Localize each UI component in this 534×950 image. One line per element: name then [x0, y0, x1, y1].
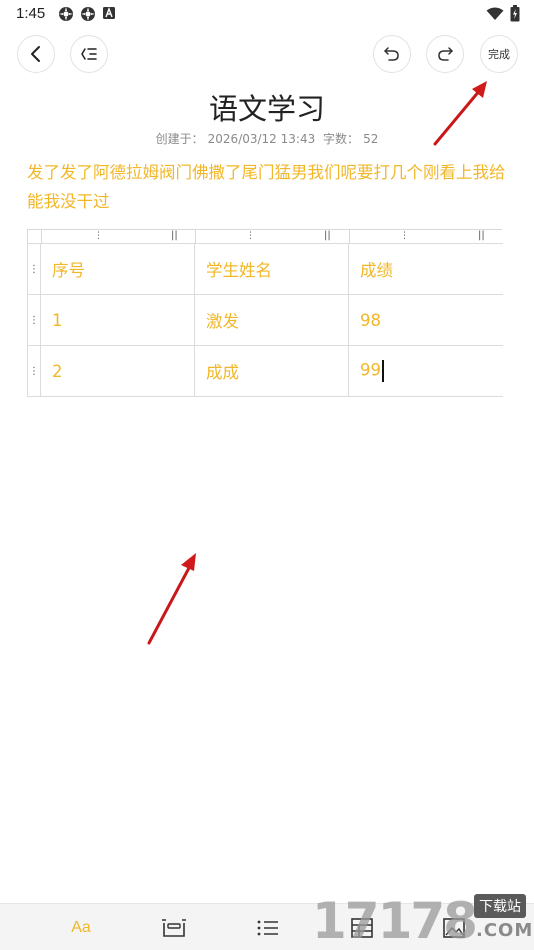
- outline-list-icon: [81, 48, 97, 60]
- table-grid: ⋮ 序号 学生姓名 成绩 ⋮ 1 激发 98 ⋮ 2 成成 99: [27, 243, 503, 397]
- column-resize-icon: ||: [171, 230, 178, 241]
- cell-text: 99: [360, 360, 381, 380]
- undo-button[interactable]: [373, 35, 411, 73]
- settings-gear-icon: [59, 7, 73, 21]
- note-table[interactable]: ⋮ || ⋮ || ⋮ || ⋮ 序号 学生姓名 成绩 ⋮ 1 激发 98 ⋮ …: [27, 229, 503, 397]
- battery-charging-icon: [510, 5, 520, 22]
- card-button[interactable]: [160, 915, 188, 941]
- table-row: ⋮ 序号 学生姓名 成绩: [27, 243, 503, 295]
- watermark-logo: 17178 下载站 .COM: [310, 888, 534, 950]
- column-handle[interactable]: ⋮ ||: [195, 230, 349, 244]
- column-handles: ⋮ || ⋮ || ⋮ ||: [27, 229, 503, 244]
- word-count-label: 字数：: [323, 132, 360, 146]
- card-icon: [162, 919, 186, 937]
- word-count-value: 52: [363, 132, 379, 146]
- chevron-left-icon: [31, 46, 40, 62]
- wifi-icon: [486, 7, 504, 20]
- done-button[interactable]: 完成: [480, 35, 518, 73]
- table-cell[interactable]: 成绩: [348, 243, 503, 295]
- column-drag-icon: ⋮: [94, 231, 103, 241]
- column-drag-icon: ⋮: [246, 231, 255, 241]
- list-button[interactable]: [254, 915, 282, 941]
- watermark-badge: 下载站: [474, 894, 526, 918]
- settings-gear-icon: [81, 7, 95, 21]
- status-time: 1:45: [16, 5, 46, 22]
- text-caret: [382, 360, 384, 382]
- table-cell[interactable]: 激发: [194, 294, 349, 346]
- note-body-text[interactable]: 发了发了阿德拉姆阀门佛撒了尾门猛男我们呢要打几个刚看上我给能我没干过: [27, 158, 507, 216]
- text-style-button[interactable]: Aa: [66, 915, 96, 941]
- status-icons-left: [58, 6, 116, 22]
- row-drag-icon[interactable]: ⋮: [27, 243, 41, 295]
- table-cell[interactable]: 序号: [40, 243, 195, 295]
- redo-button[interactable]: [426, 35, 464, 73]
- undo-icon: [384, 47, 399, 61]
- table-row: ⋮ 1 激发 98: [27, 294, 503, 346]
- column-handle[interactable]: ⋮ ||: [41, 230, 195, 244]
- annotation-arrow: [433, 81, 487, 146]
- outline-button[interactable]: [70, 35, 108, 73]
- list-icon: [257, 920, 278, 936]
- watermark-digits: 17178: [312, 892, 478, 950]
- column-resize-icon: ||: [324, 230, 331, 241]
- table-cell-active[interactable]: 99: [348, 345, 503, 397]
- table-cell[interactable]: 2: [40, 345, 195, 397]
- status-icons-right: [486, 5, 520, 22]
- table-cell[interactable]: 学生姓名: [194, 243, 349, 295]
- back-button[interactable]: [17, 35, 55, 73]
- column-drag-icon: ⋮: [400, 231, 409, 241]
- column-handle[interactable]: ⋮ ||: [349, 230, 503, 244]
- table-cell[interactable]: 成成: [194, 345, 349, 397]
- row-drag-icon[interactable]: ⋮: [27, 294, 41, 346]
- watermark-domain: .COM: [476, 920, 534, 941]
- created-label: 创建于：: [155, 132, 204, 146]
- row-drag-icon[interactable]: ⋮: [27, 345, 41, 397]
- redo-icon: [438, 47, 453, 61]
- table-cell[interactable]: 1: [40, 294, 195, 346]
- column-resize-icon: ||: [478, 230, 485, 241]
- a-notification-icon: [103, 7, 115, 19]
- created-value: 2026/03/12 13:43: [207, 132, 316, 146]
- annotation-arrow: [147, 553, 196, 645]
- table-row: ⋮ 2 成成 99: [27, 345, 503, 397]
- table-cell[interactable]: 98: [348, 294, 503, 346]
- status-bar: 1:45: [0, 0, 534, 28]
